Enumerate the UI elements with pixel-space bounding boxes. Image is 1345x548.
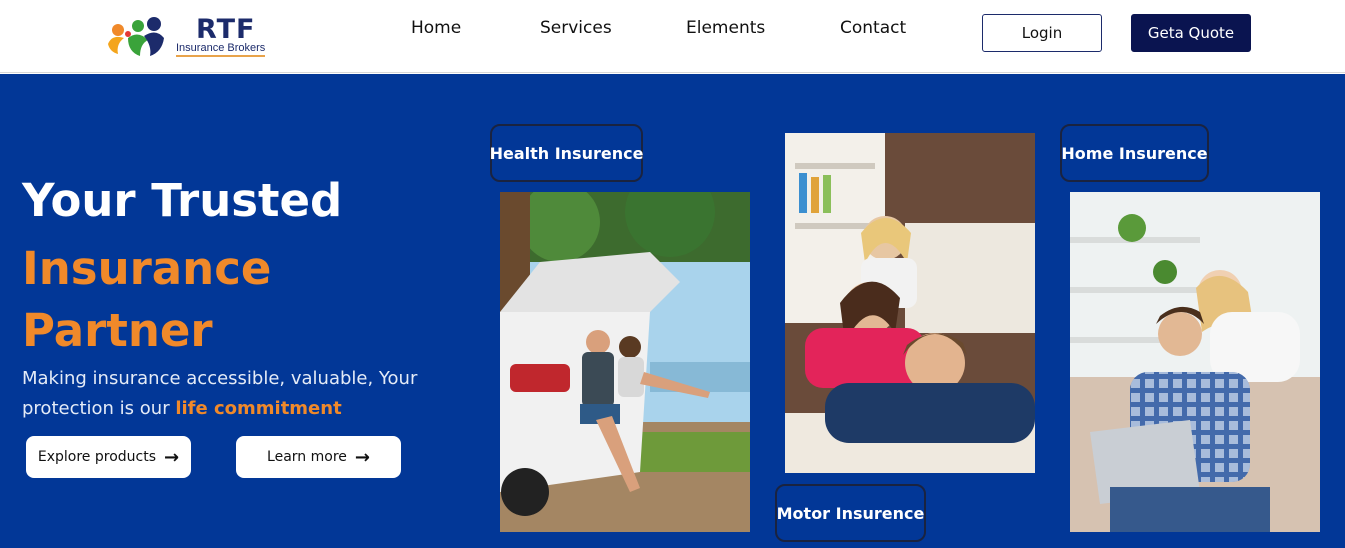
arrow-right-icon: → — [354, 446, 370, 468]
brand-subtitle: Insurance Brokers — [176, 42, 266, 57]
nav-services[interactable]: Services — [540, 18, 612, 38]
learn-more-button[interactable]: Learn more → — [236, 436, 401, 478]
get-quote-button[interactable]: Geta Quote — [1131, 14, 1251, 52]
nav-home[interactable]: Home — [411, 18, 461, 38]
hero-headline-line2: Insurance — [22, 242, 272, 295]
brand-title: RTF — [196, 14, 256, 45]
hero-headline-line1: Your Trusted — [22, 174, 343, 227]
motor-insurance-tag[interactable]: Motor Insurence — [775, 484, 926, 542]
explore-products-button[interactable]: Explore products → — [26, 436, 191, 478]
hero-description: Making insurance accessible, valuable, Y… — [22, 364, 442, 424]
health-insurance-tag[interactable]: Health Insurence — [490, 124, 643, 182]
learn-more-label: Learn more — [267, 449, 347, 465]
explore-products-label: Explore products — [37, 449, 157, 465]
logo-people-icon — [108, 17, 164, 56]
hero-description-highlight: life commitment — [175, 398, 342, 419]
nav-elements[interactable]: Elements — [686, 18, 765, 38]
nav-contact[interactable]: Contact — [840, 18, 906, 38]
health-insurance-photo — [500, 192, 750, 532]
motor-insurance-photo — [785, 133, 1035, 473]
brand-logo[interactable]: RTF Insurance Brokers — [104, 14, 304, 60]
home-insurance-photo — [1070, 192, 1320, 532]
site-header: RTF Insurance Brokers Home Services Elem… — [0, 0, 1345, 73]
login-button[interactable]: Login — [982, 14, 1102, 52]
hero-headline-line3: Partner — [22, 304, 213, 357]
home-insurance-tag[interactable]: Home Insurence — [1060, 124, 1209, 182]
arrow-right-icon: → — [164, 446, 180, 468]
hero-section: Your Trusted Insurance Partner Making in… — [0, 74, 1345, 548]
